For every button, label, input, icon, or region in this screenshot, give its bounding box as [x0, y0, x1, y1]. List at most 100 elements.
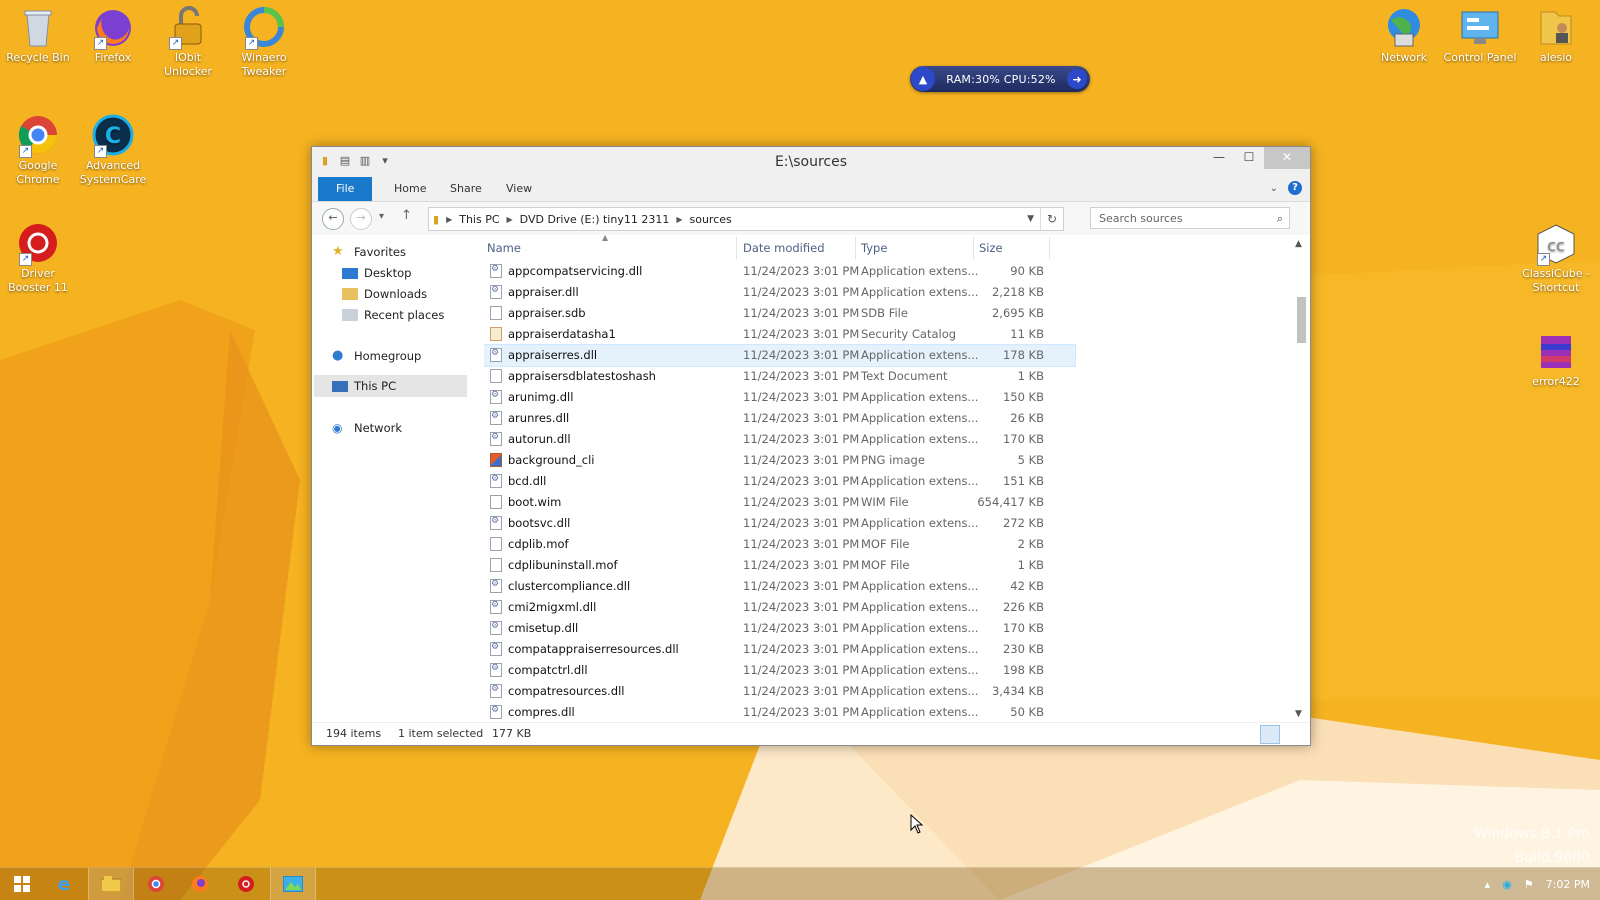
taskbar-firefox[interactable]: [178, 868, 222, 900]
table-row[interactable]: autorun.dll 11/24/2023 3:01 PMApplication…: [484, 429, 1292, 450]
ram-cpu-monitor-widget[interactable]: ▲ RAM:30% CPU:52% ➜: [910, 66, 1090, 92]
back-button[interactable]: ←: [322, 208, 344, 230]
systemcare-tray-icon[interactable]: ◉: [1502, 878, 1512, 891]
breadcrumb-sources[interactable]: sources: [686, 213, 736, 226]
close-button[interactable]: ✕: [1264, 147, 1310, 169]
chevron-right-icon[interactable]: ▶: [504, 215, 516, 224]
table-row[interactable]: compres.dll 11/24/2023 3:01 PMApplication…: [484, 702, 1292, 723]
table-row[interactable]: cdplibuninstall.mof 11/24/2023 3:01 PM MOF…: [484, 555, 1292, 576]
table-row[interactable]: appraiserdatasha1 11/24/2023 3:01 PM Secur…: [484, 324, 1292, 345]
desktop-icon-firefox[interactable]: ↗ Firefox: [75, 6, 151, 65]
ribbon-tabs: File Home Share View ⌄ ?: [312, 177, 1310, 202]
nav-item-favorites[interactable]: ★ Favorites: [332, 245, 406, 260]
column-divider[interactable]: [855, 237, 856, 259]
column-divider[interactable]: [973, 237, 974, 259]
desktop-icon-error422[interactable]: error422: [1518, 330, 1594, 389]
refresh-icon[interactable]: ↻: [1040, 208, 1063, 230]
up-arrow-icon[interactable]: ↑: [401, 208, 412, 223]
chevron-right-icon[interactable]: ▶: [443, 215, 455, 224]
table-row[interactable]: compatctrl.dll 11/24/2023 3:01 PMApplicat…: [484, 660, 1292, 681]
column-header-date[interactable]: Date modified: [743, 241, 825, 255]
tab-share[interactable]: Share: [436, 177, 496, 201]
desktop-icon-advanced-systemcare[interactable]: C ↗ Advanced SystemCare: [75, 114, 151, 187]
nav-item-recent-places[interactable]: Recent places: [342, 308, 444, 322]
table-row[interactable]: cdplib.mof 11/24/2023 3:01 PM MOF File 2 KB: [484, 534, 1292, 555]
table-row[interactable]: cmisetup.dll 11/24/2023 3:01 PMApplicatio…: [484, 618, 1292, 639]
tab-view[interactable]: View: [492, 177, 546, 201]
search-icon[interactable]: ⌕: [1277, 208, 1283, 230]
table-row[interactable]: appraiser.dll 11/24/2023 3:01 PMApplicati…: [484, 282, 1292, 303]
address-bar[interactable]: ▮ ▶ This PC ▶ DVD Drive (E:) tiny11 2311…: [428, 207, 1064, 231]
nav-item-downloads[interactable]: Downloads: [342, 287, 427, 301]
table-row[interactable]: boot.wim 11/24/2023 3:01 PM WIM File 654,41…: [484, 492, 1292, 513]
table-row[interactable]: arunimg.dll 11/24/2023 3:01 PMApplication…: [484, 387, 1292, 408]
details-view-button[interactable]: [1260, 725, 1280, 744]
action-center-flag-icon[interactable]: ⚑: [1524, 878, 1534, 891]
desktop-icon-iobit-unlocker[interactable]: ↗ IObit Unlocker: [150, 6, 226, 79]
expand-ribbon-icon[interactable]: ⌄: [1270, 183, 1278, 194]
file-type: Application extens...: [861, 705, 979, 719]
nav-item-this-pc[interactable]: This PC: [332, 379, 396, 393]
table-row[interactable]: clustercompliance.dll 11/24/2023 3:01 PMA…: [484, 576, 1292, 597]
maximize-button[interactable]: ☐: [1234, 147, 1264, 169]
clock[interactable]: 7:02 PM: [1546, 878, 1590, 891]
desktop-icon-label: ClassiCube -: [1522, 267, 1590, 280]
taskbar-image-app[interactable]: [270, 868, 316, 900]
desktop-icon-google-chrome[interactable]: ↗ Google Chrome: [0, 114, 76, 187]
desktop-icon-winaero-tweaker[interactable]: ↗ Winaero Tweaker: [226, 6, 302, 79]
table-row[interactable]: appraiserres.dll 11/24/2023 3:01 PMApplic…: [484, 344, 1076, 367]
recent-locations-icon[interactable]: ▾: [379, 211, 384, 222]
taskbar-driver-booster[interactable]: [224, 868, 268, 900]
desktop-icon-control-panel[interactable]: Control Panel: [1442, 6, 1518, 65]
table-row[interactable]: appraiser.sdb 11/24/2023 3:01 PM SDB File 2…: [484, 303, 1292, 324]
breadcrumb-dvd-drive[interactable]: DVD Drive (E:) tiny11 2311: [516, 213, 674, 226]
show-hidden-icons-icon[interactable]: ▴: [1485, 878, 1491, 891]
title-bar[interactable]: ▮ ▤ ▥ ▾ E:\sources — ☐ ✕: [312, 147, 1310, 177]
nav-item-desktop[interactable]: Desktop: [342, 266, 411, 280]
network-globe-icon: [1383, 6, 1425, 48]
column-divider[interactable]: [1049, 237, 1050, 259]
column-header-name[interactable]: Name: [487, 241, 521, 255]
minimize-button[interactable]: —: [1204, 147, 1234, 169]
start-button[interactable]: [0, 868, 44, 900]
desktop-icon-network[interactable]: Network: [1366, 6, 1442, 65]
taskbar-internet-explorer[interactable]: e: [42, 868, 86, 900]
shortcut-arrow-icon: ↗: [169, 37, 182, 50]
tab-home[interactable]: Home: [380, 177, 440, 201]
column-header-type[interactable]: Type: [861, 241, 887, 255]
tab-file[interactable]: File: [318, 177, 373, 201]
desktop-icon-classicube-shortcut[interactable]: cc ↗ ClassiCube - Shortcut: [1518, 222, 1594, 295]
search-input[interactable]: Search sources ⌕: [1090, 207, 1290, 229]
taskbar-file-explorer[interactable]: [88, 868, 134, 900]
chevron-right-icon[interactable]: ▶: [673, 215, 685, 224]
taskbar-chrome[interactable]: [134, 868, 178, 900]
table-row[interactable]: compatresources.dll 11/24/2023 3:01 PMApp…: [484, 681, 1292, 702]
arrow-right-icon[interactable]: ➜: [1067, 69, 1087, 89]
vertical-scrollbar[interactable]: ▲ ▼: [1292, 235, 1310, 723]
scroll-down-icon[interactable]: ▼: [1295, 709, 1302, 719]
table-row[interactable]: cmi2migxml.dll 11/24/2023 3:01 PMApplicat…: [484, 597, 1292, 618]
large-icons-view-button[interactable]: [1282, 725, 1302, 744]
table-row[interactable]: appcompatservicing.dll 11/24/2023 3:01 PM…: [484, 261, 1292, 282]
table-row[interactable]: arunres.dll 11/24/2023 3:01 PMApplication…: [484, 408, 1292, 429]
desktop-icon-recycle-bin[interactable]: Recycle Bin: [0, 6, 76, 65]
nav-item-homegroup[interactable]: ● Homegroup: [332, 349, 421, 364]
dll-file-icon: [490, 474, 502, 488]
breadcrumb-this-pc[interactable]: This PC: [455, 213, 503, 226]
help-icon[interactable]: ?: [1288, 181, 1302, 195]
file-date: 11/24/2023 3:01 PM: [743, 579, 860, 593]
desktop-icon-driver-booster[interactable]: ↗ Driver Booster 11: [0, 222, 76, 295]
table-row[interactable]: background_cli 11/24/2023 3:01 PM PNG imag…: [484, 450, 1292, 471]
forward-button[interactable]: →: [350, 208, 372, 230]
table-row[interactable]: bcd.dll 11/24/2023 3:01 PMApplication ext…: [484, 471, 1292, 492]
desktop-icon-user-folder[interactable]: alesio: [1518, 6, 1594, 65]
table-row[interactable]: bootsvc.dll 11/24/2023 3:01 PMApplication…: [484, 513, 1292, 534]
column-header-size[interactable]: Size: [979, 241, 1003, 255]
table-row[interactable]: compatappraiserresources.dll 11/24/2023 3…: [484, 639, 1292, 660]
nav-item-network[interactable]: ◉ Network: [332, 421, 402, 435]
scrollbar-thumb[interactable]: [1297, 297, 1306, 343]
column-divider[interactable]: [736, 237, 737, 259]
scroll-up-icon[interactable]: ▲: [1295, 239, 1302, 249]
chevron-down-icon[interactable]: ▼: [1021, 214, 1040, 224]
table-row[interactable]: appraisersdblatestoshash 11/24/2023 3:01 …: [484, 366, 1292, 387]
